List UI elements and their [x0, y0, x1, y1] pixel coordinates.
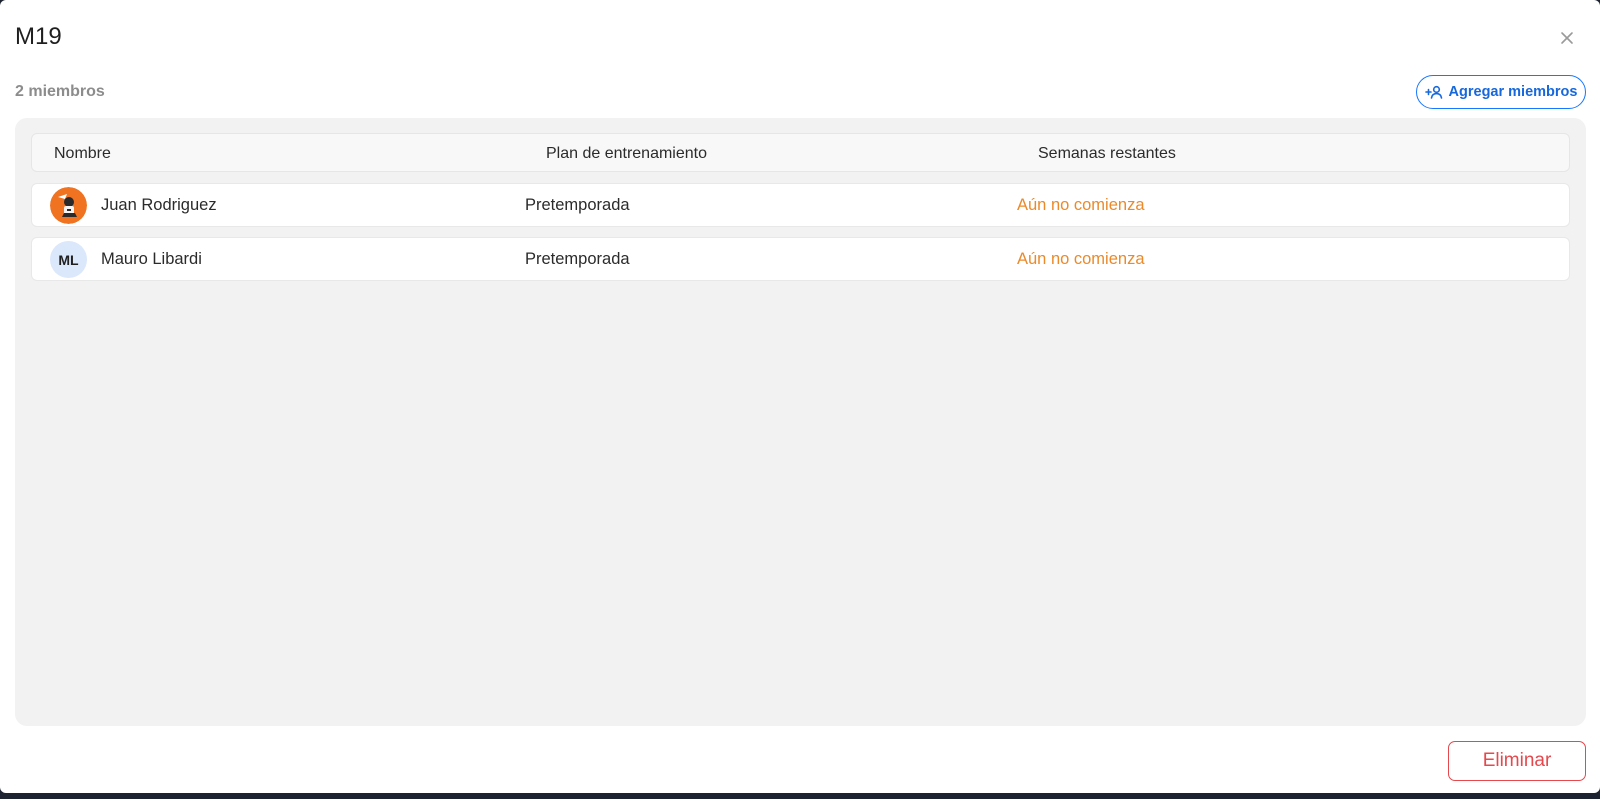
member-weeks-status: Aún no comienza — [1017, 196, 1145, 214]
avatar — [50, 187, 87, 224]
table-row[interactable]: Juan Rodriguez Pretemporada Aún no comie… — [31, 183, 1570, 227]
add-person-icon — [1424, 85, 1443, 99]
column-header-name: Nombre — [54, 145, 111, 162]
member-plan: Pretemporada — [525, 196, 630, 214]
user-photo-avatar — [50, 187, 87, 224]
table-row[interactable]: ML Mauro Libardi Pretemporada Aún no com… — [31, 237, 1570, 281]
member-count: 2 miembros — [15, 83, 105, 100]
member-name: Juan Rodriguez — [101, 196, 217, 214]
add-members-button[interactable]: Agregar miembros — [1416, 75, 1586, 109]
add-members-label: Agregar miembros — [1448, 84, 1578, 100]
group-modal: M19 2 miembros Agregar miembros Nombre P… — [0, 0, 1600, 793]
modal-title: M19 — [15, 23, 62, 50]
column-header-plan: Plan de entrenamiento — [546, 145, 707, 162]
members-table-panel: Nombre Plan de entrenamiento Semanas res… — [15, 118, 1586, 726]
column-header-weeks: Semanas restantes — [1038, 145, 1176, 162]
member-weeks-status: Aún no comienza — [1017, 250, 1145, 268]
close-button[interactable] — [1555, 26, 1579, 50]
table-header: Nombre Plan de entrenamiento Semanas res… — [31, 133, 1570, 172]
avatar: ML — [50, 241, 87, 278]
member-plan: Pretemporada — [525, 250, 630, 268]
delete-button[interactable]: Eliminar — [1448, 741, 1586, 781]
close-icon — [1561, 32, 1573, 44]
member-name: Mauro Libardi — [101, 250, 202, 268]
